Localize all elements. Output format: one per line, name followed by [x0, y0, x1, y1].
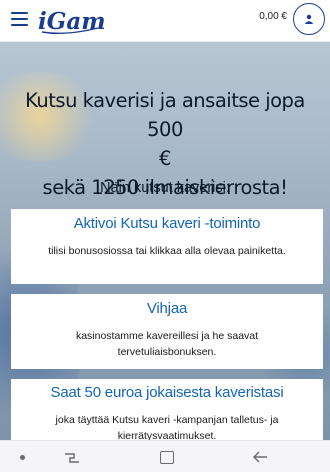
step-text: joka täyttää Kutsu kaveri -kampanjan tal…	[55, 414, 279, 440]
user-icon[interactable]	[293, 3, 325, 35]
step-title[interactable]: Aktivoi Kutsu kaveri -toiminto	[11, 215, 323, 232]
hero-title-line: €	[159, 147, 171, 170]
back-arrow-icon[interactable]	[252, 450, 268, 469]
nav-dot-icon[interactable]	[20, 455, 25, 460]
balance-amount[interactable]: 0,00 €	[259, 11, 287, 22]
step-text: kasinostamme kavereillesi ja he saavat t…	[75, 330, 259, 358]
top-header: iGame 0,00 €	[0, 0, 330, 42]
home-icon[interactable]	[160, 451, 174, 464]
step-title: Saat 50 euroa jokaisesta kaveristasi	[50, 384, 284, 401]
igame-logo[interactable]: iGame	[36, 6, 120, 41]
step-card-3: Saat 50 euroa jokaisesta kaveristasi jok…	[11, 379, 323, 440]
step-card-2: Vihjaa kasinostamme kavereillesi ja he s…	[11, 294, 323, 369]
step-text: tilisi bonusosiossa tai klikkaa alla ole…	[48, 245, 286, 257]
hero-title-line: Kutsu kaverisi ja ansaitse jopa 500	[25, 89, 305, 141]
recent-apps-icon[interactable]	[64, 451, 80, 469]
hero-subtitle: Näin kutsut kaverisi:	[100, 180, 230, 196]
step-card-1: Aktivoi Kutsu kaveri -toiminto tilisi bo…	[11, 209, 323, 284]
svg-text:iGame: iGame	[38, 8, 106, 35]
referral-hero: Kutsu kaverisi ja ansaitse jopa 500 € se…	[0, 42, 330, 440]
hamburger-menu-icon[interactable]	[11, 12, 28, 26]
step-title: Vihjaa	[146, 300, 188, 317]
android-nav-bar	[0, 440, 330, 472]
